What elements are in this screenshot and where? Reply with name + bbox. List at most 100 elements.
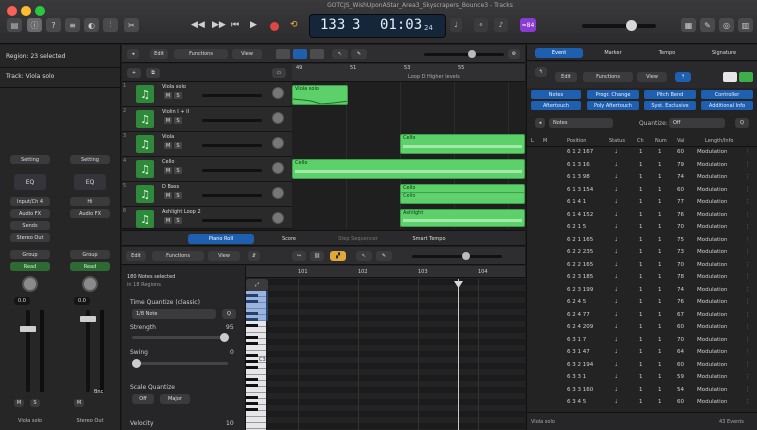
strip1-automation[interactable]: Read [10, 262, 50, 271]
pr-collapse-icon[interactable]: ⤢ [246, 279, 268, 291]
event-row-handle-icon[interactable]: ⋮ [745, 287, 751, 293]
tracks-zoom-knob[interactable] [468, 50, 476, 58]
region-viola-solo[interactable]: Viola solo [292, 85, 348, 105]
track-solo-button[interactable]: S [174, 117, 182, 124]
pr-velocity-icon[interactable]: ▞ [330, 251, 346, 261]
region-cello-2[interactable]: Cello [292, 159, 525, 179]
event-row[interactable]: 6 1 3 154 ♩ 1 1 60 Modulation ⋮ [527, 186, 757, 196]
event-row[interactable]: 6 2 4 209 ♩ 1 1 60 Modulation ⋮ [527, 323, 757, 333]
tab-marker[interactable]: Marker [589, 48, 637, 58]
event-row[interactable]: 6 3 1 7 ♩ 1 1 70 Modulation ⋮ [527, 336, 757, 346]
play-icon[interactable]: ▶ [250, 20, 257, 30]
event-row[interactable]: 6 3 2 194 ♩ 1 1 60 Modulation ⋮ [527, 361, 757, 371]
track-mute-button[interactable]: M [164, 142, 172, 149]
event-row[interactable]: 6 1 3 16 ♩ 1 1 79 Modulation ⋮ [527, 161, 757, 171]
track-name[interactable]: Cello [162, 159, 174, 165]
filter-system-exclusive[interactable]: Syst. Exclusive [644, 101, 696, 110]
event-row[interactable]: 6 3 4 5 ♩ 1 1 60 Modulation ⋮ [527, 398, 757, 408]
track-name[interactable]: Ashlight Loop 2 [162, 209, 201, 215]
event-row-handle-icon[interactable]: ⋮ [745, 162, 751, 168]
tab-signature[interactable]: Signature [697, 48, 751, 58]
event-row[interactable]: 6 1 2 167 ♩ 1 1 60 Modulation ⋮ [527, 148, 757, 158]
notepad-icon[interactable]: ✎ [700, 18, 715, 32]
list-editors-icon[interactable]: ▦ [681, 18, 696, 32]
pr-zoom-slider[interactable] [412, 252, 502, 260]
strip1-pan-knob[interactable] [22, 276, 38, 292]
el-edit-menu[interactable]: Edit [555, 72, 577, 82]
event-row[interactable]: 6 3 1 47 ♩ 1 1 64 Modulation ⋮ [527, 348, 757, 358]
strip2-mute-button[interactable]: M [74, 399, 84, 407]
track-pan-knob[interactable] [272, 187, 284, 199]
track-mute-button[interactable]: M [164, 117, 172, 124]
col-num[interactable]: Num [655, 138, 667, 144]
track-solo-button[interactable]: S [174, 192, 182, 199]
track-volume-slider[interactable] [202, 169, 262, 172]
track-name[interactable]: Viola solo [162, 84, 186, 90]
event-row[interactable]: 6 1 4 1 ♩ 1 1 77 Modulation ⋮ [527, 198, 757, 208]
track-mute-button[interactable]: M [164, 92, 172, 99]
strength-slider-knob[interactable] [220, 333, 229, 342]
record-icon[interactable] [270, 22, 279, 31]
track-volume-slider[interactable] [202, 119, 262, 122]
minimize-window-button[interactable] [21, 6, 31, 16]
strip1-solo-button[interactable]: S [30, 399, 40, 407]
quantize-select[interactable]: Off [669, 118, 725, 128]
pr-midi-in-icon[interactable]: ⇵ [248, 251, 260, 261]
col-m[interactable]: M [543, 138, 547, 144]
strip2-eq[interactable]: EQ [74, 174, 106, 190]
track-row-4[interactable]: 4 ♫ Cello M S [122, 157, 292, 182]
strip1-mute-button[interactable]: M [14, 399, 24, 407]
strip1-output[interactable]: Stereo Out [10, 233, 50, 242]
strip1-fader-cap[interactable] [20, 326, 36, 332]
event-row-handle-icon[interactable]: ⋮ [745, 237, 751, 243]
snap-icon[interactable] [276, 49, 290, 59]
event-row-handle-icon[interactable]: ⋮ [745, 374, 751, 380]
tracks-ruler[interactable]: 49 51 53 55 Loop D Higher levels [292, 64, 525, 82]
pitch-badge[interactable]: ≈84 [520, 18, 536, 32]
pr-ruler[interactable]: 101 102 103 104 [246, 266, 525, 278]
el-toggle-b[interactable] [739, 72, 753, 82]
event-row[interactable]: 6 2 3 199 ♩ 1 1 74 Modulation ⋮ [527, 286, 757, 296]
strip1-audio-fx[interactable]: Audio FX [10, 209, 50, 218]
region-inspector-header[interactable]: Region: 23 selected [6, 53, 65, 60]
tab-step-sequencer[interactable]: Step Sequencer [324, 234, 392, 244]
pencil-tool-icon[interactable]: ✎ [351, 49, 367, 59]
tab-event[interactable]: Event [535, 48, 583, 58]
strip2-fader[interactable] [80, 310, 96, 392]
tracks-back-icon[interactable]: ◂ [127, 49, 139, 59]
strip1-input[interactable]: Input/Ch 4 [10, 197, 50, 206]
col-ch[interactable]: Ch [637, 138, 644, 144]
track-pan-knob[interactable] [272, 87, 284, 99]
strength-slider[interactable] [132, 333, 229, 342]
track-name[interactable]: D Bass [162, 184, 179, 190]
tab-piano-roll[interactable]: Piano Roll [188, 234, 254, 244]
inspector-icon[interactable]: ⓘ [27, 18, 42, 32]
track-volume-slider[interactable] [202, 194, 262, 197]
filter-additional-info[interactable]: Additional Info [701, 101, 753, 110]
toolbar-icon[interactable]: ≡ [65, 18, 80, 32]
event-row-handle-icon[interactable]: ⋮ [745, 337, 751, 343]
event-row[interactable]: 6 1 3 98 ♩ 1 1 74 Modulation ⋮ [527, 173, 757, 183]
el-functions-menu[interactable]: Functions [583, 72, 633, 82]
fast-forward-icon[interactable]: ▶▶ [212, 20, 226, 30]
track-row-3[interactable]: 3 ♫ Viola M S [122, 132, 292, 157]
track-solo-button[interactable]: S [174, 92, 182, 99]
filter-pitch-bend[interactable]: Pitch Bend [644, 90, 696, 99]
strip2-audio-fx[interactable]: Audio FX [70, 209, 110, 218]
rewind-icon[interactable]: ◀◀ [191, 20, 205, 30]
library-icon[interactable]: ▤ [7, 18, 22, 32]
quick-help-icon[interactable]: ? [46, 18, 61, 32]
strip2-pan-knob[interactable] [82, 276, 98, 292]
strip1-eq[interactable]: EQ [14, 174, 46, 190]
col-position[interactable]: Position [567, 138, 586, 144]
pr-edit-menu[interactable]: Edit [126, 251, 146, 261]
tracks-edit-menu[interactable]: Edit [150, 49, 168, 59]
track-pan-knob[interactable] [272, 112, 284, 124]
marker-label[interactable]: Loop D Higher levels [408, 74, 460, 80]
scale-quantize-off[interactable]: Off [132, 394, 154, 404]
tab-tempo[interactable]: Tempo [643, 48, 691, 58]
col-val[interactable]: Val [677, 138, 685, 144]
strip2-input[interactable]: Hi [70, 197, 110, 206]
region-ashlight[interactable]: Ashlight [400, 209, 525, 227]
event-row-handle-icon[interactable]: ⋮ [745, 349, 751, 355]
